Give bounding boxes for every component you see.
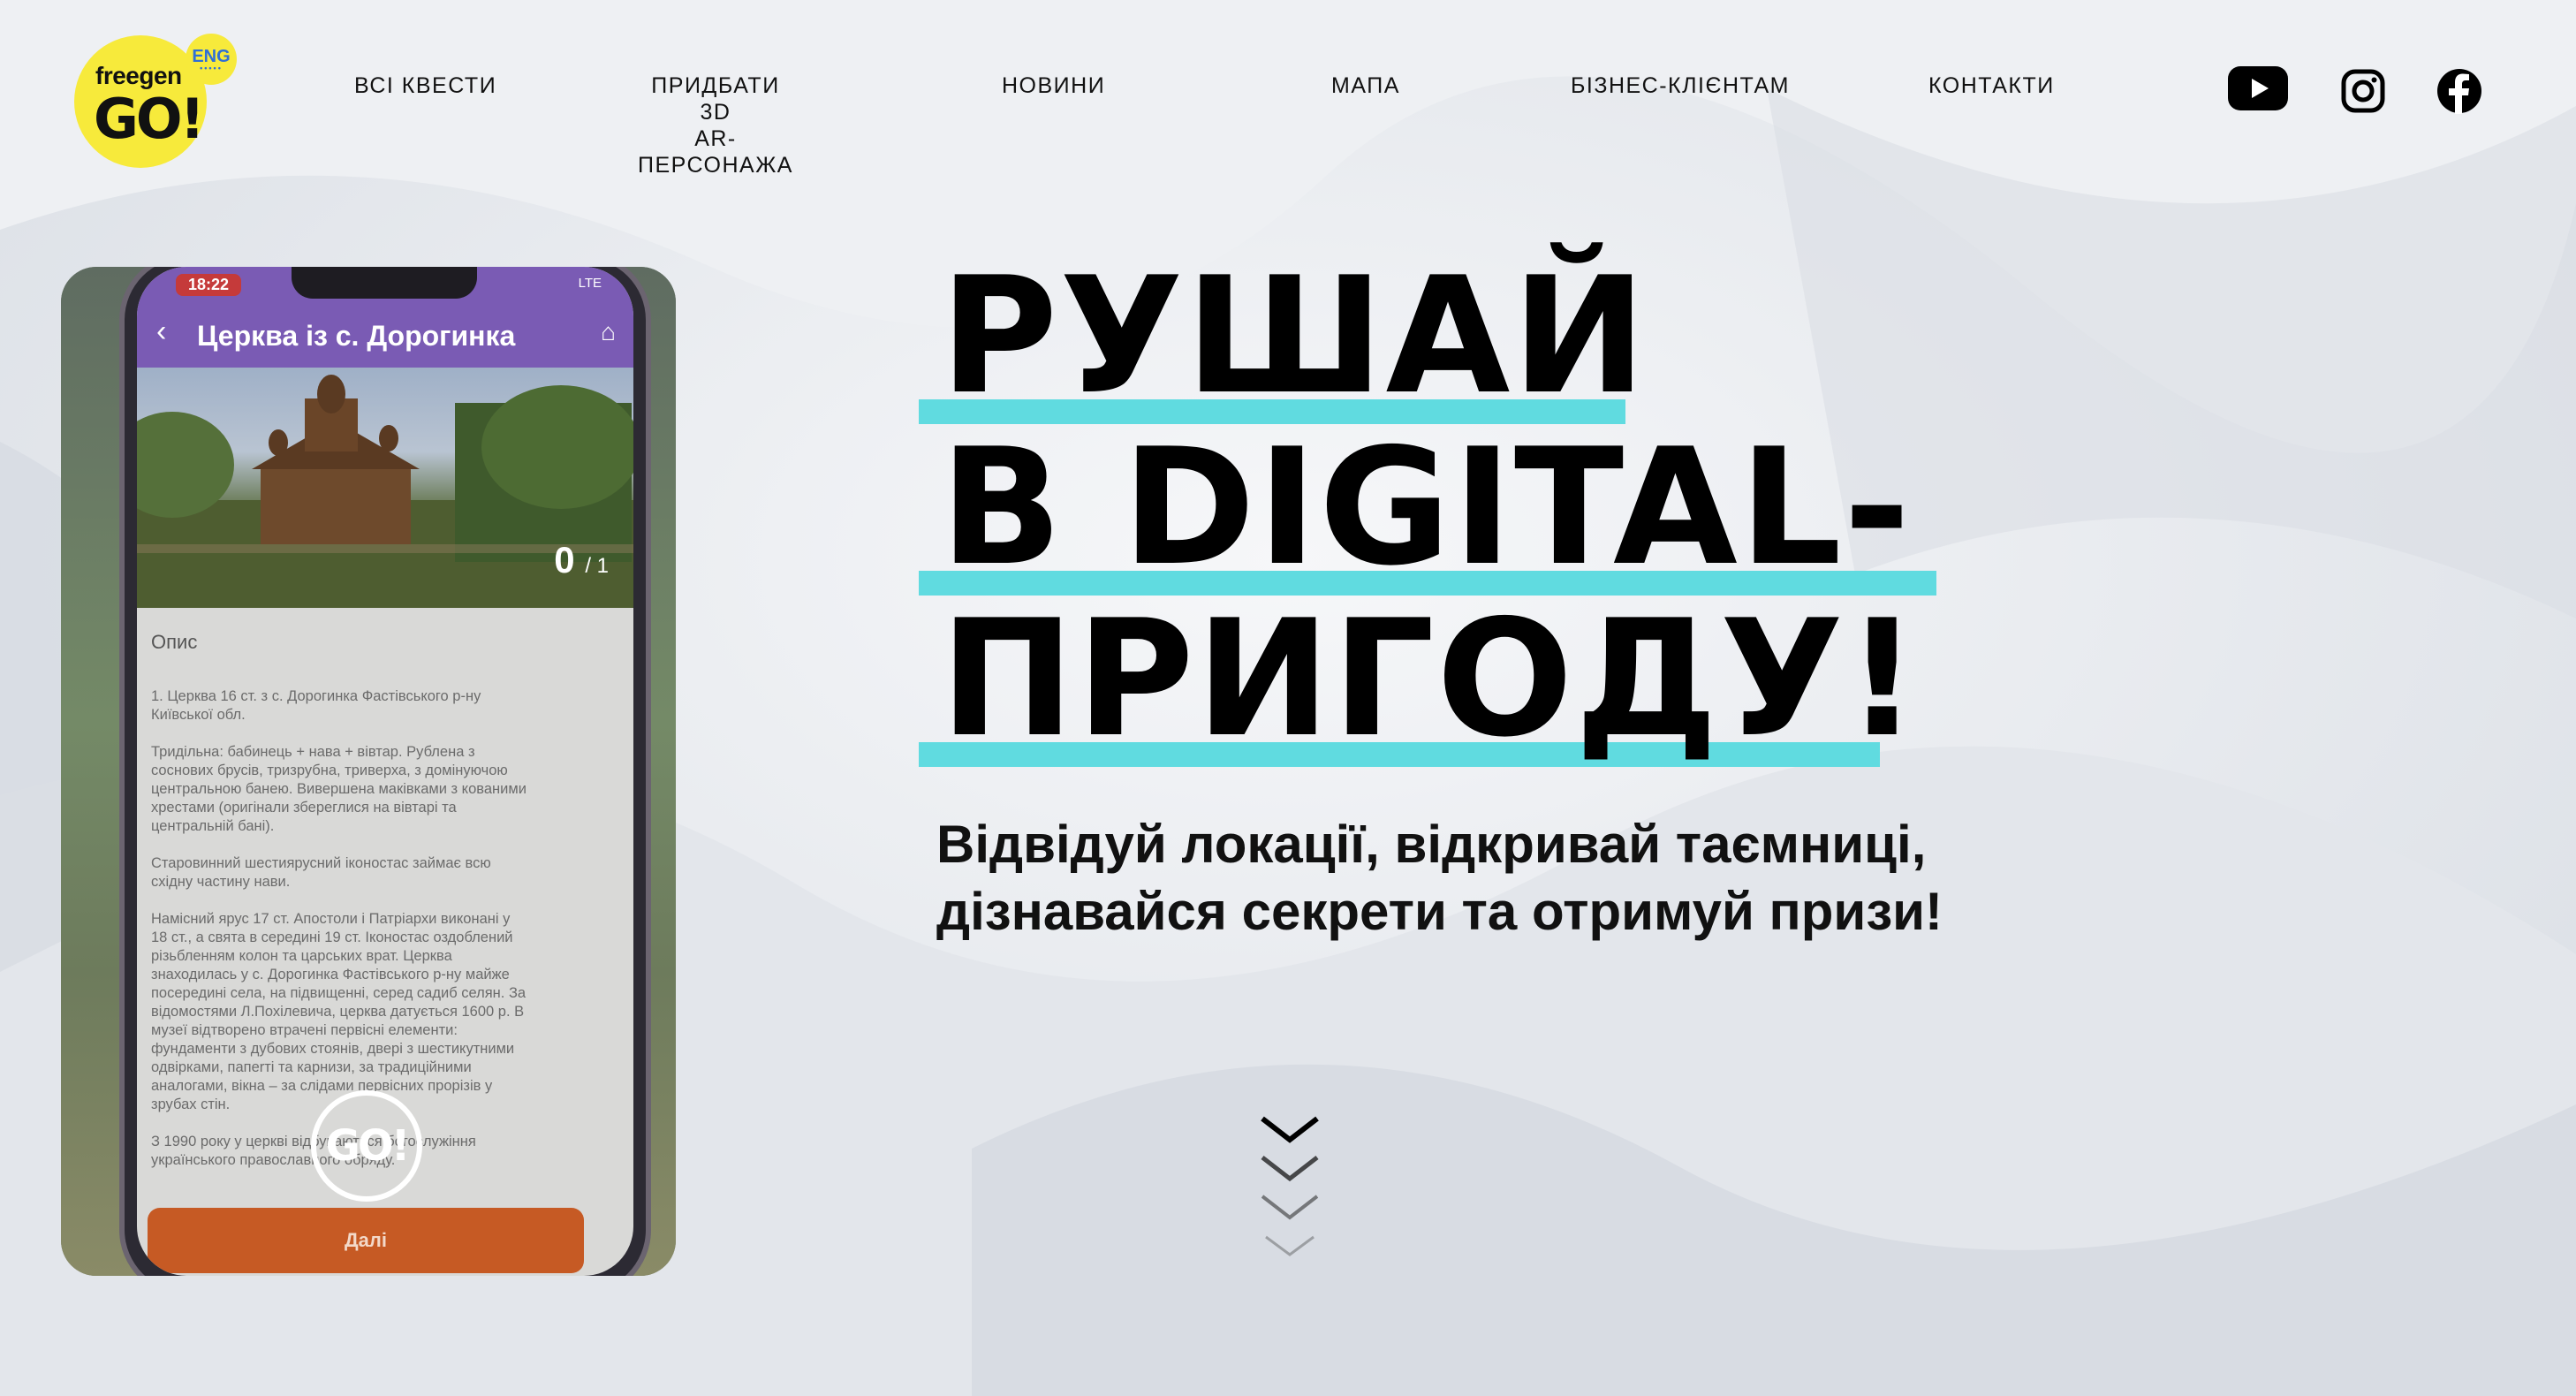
hero-subtitle: Відвідуй локації, відкривай таємниці, ді… <box>936 811 1943 945</box>
nav-buy-ar-character[interactable]: ПРИДБАТИ 3D AR-ПЕРСОНАЖА <box>638 72 793 178</box>
home-icon[interactable]: ⌂ <box>601 318 616 346</box>
photo-counter: 0 / 1 <box>554 539 609 581</box>
instagram-icon[interactable] <box>2341 69 2385 113</box>
headline-line-2: В DIGITAL- <box>940 413 1913 601</box>
app-bar: ‹ Церква із с. Дорогинка ⌂ <box>137 302 633 368</box>
back-icon[interactable]: ‹ <box>156 315 166 349</box>
logo-go: GO! <box>94 87 205 151</box>
status-network: LTE <box>578 276 602 291</box>
photo-counter-total: / 1 <box>585 554 609 578</box>
language-switch[interactable]: ENG ••••• <box>186 34 237 85</box>
chevrons-down-icon[interactable] <box>1259 1113 1321 1272</box>
go-badge: GO! <box>311 1090 422 1202</box>
nav-all-quests[interactable]: ВСІ КВЕСТИ <box>354 72 496 99</box>
nav-map[interactable]: МАПА <box>1331 72 1400 99</box>
photo-counter-current: 0 <box>554 539 575 580</box>
language-dots: ••••• <box>200 63 223 72</box>
site-logo[interactable]: freegen GO! ENG ••••• <box>74 34 237 168</box>
headline-line-1: РУШАЙ <box>940 242 1648 429</box>
nav-contacts[interactable]: КОНТАКТИ <box>1928 72 2055 99</box>
description-title: Опис <box>151 631 198 653</box>
phone-notch <box>292 267 477 299</box>
status-time: 18:22 <box>176 274 242 296</box>
hero-subtitle-line-1: Відвідуй локації, відкривай таємниці, <box>936 815 1927 874</box>
headline-line-3: ПРИГОДУ! <box>940 585 1921 772</box>
hero-subtitle-line-2: дізнавайся секрети та отримуй призи! <box>936 882 1943 941</box>
nav-business-clients[interactable]: БІЗНЕС-КЛІЄНТАМ <box>1571 72 1790 99</box>
youtube-icon[interactable] <box>2228 66 2288 110</box>
facebook-icon[interactable] <box>2436 68 2482 114</box>
nav-news[interactable]: НОВИНИ <box>1002 72 1105 99</box>
next-button[interactable]: Далі <box>148 1208 584 1273</box>
church-photo: 0 / 1 <box>137 368 633 608</box>
app-title: Церква із с. Дорогинка <box>197 320 516 352</box>
